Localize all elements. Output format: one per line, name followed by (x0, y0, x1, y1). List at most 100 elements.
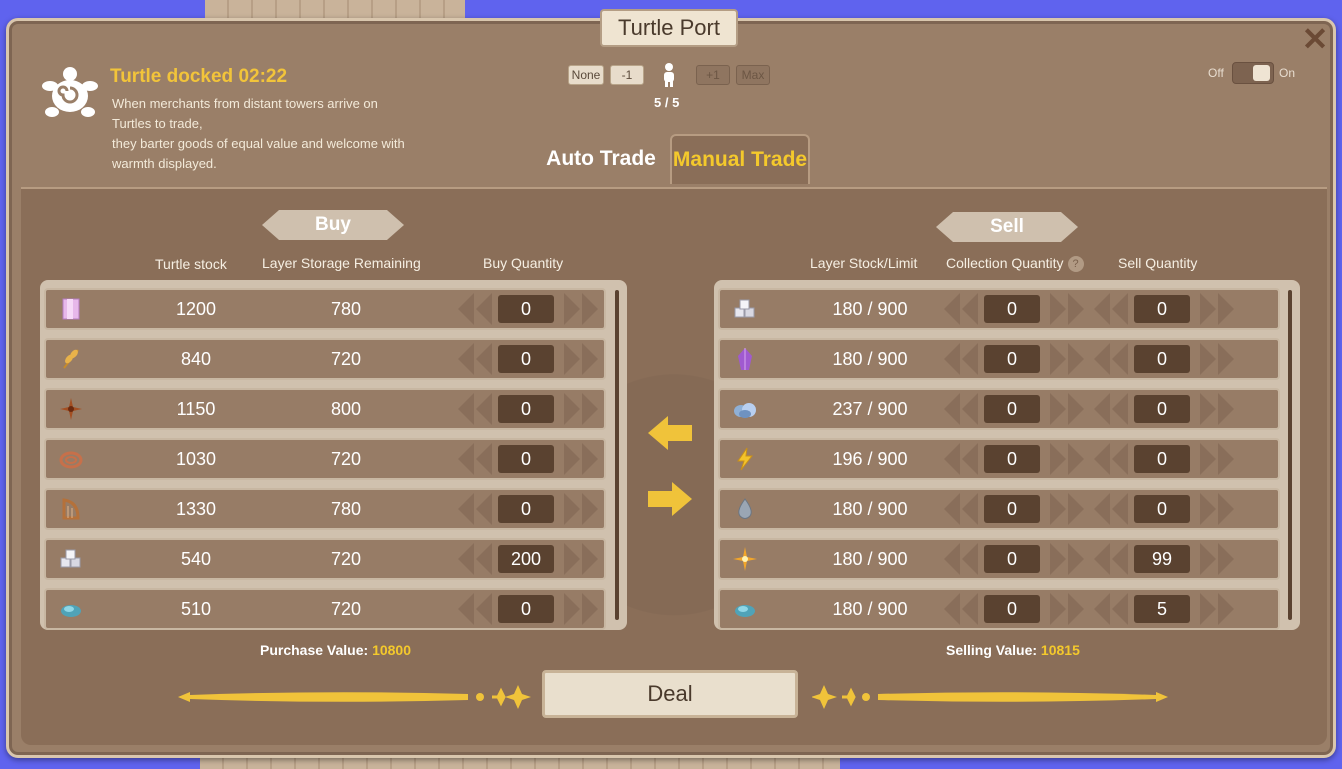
increase-icon[interactable] (564, 393, 580, 425)
sell-quantity-stepper[interactable]: 0 (1094, 292, 1240, 326)
decrease-fast-icon[interactable] (944, 393, 960, 425)
decrease-fast-icon[interactable] (458, 493, 474, 525)
collection-quantity-value[interactable]: 0 (984, 595, 1040, 623)
increase-icon[interactable] (1050, 293, 1066, 325)
collection-quantity-value[interactable]: 0 (984, 445, 1040, 473)
increase-icon[interactable] (1200, 443, 1216, 475)
decrease-icon[interactable] (1112, 593, 1128, 625)
increase-fast-icon[interactable] (1068, 493, 1084, 525)
sell-scrollbar[interactable] (1288, 290, 1292, 620)
decrease-icon[interactable] (962, 393, 978, 425)
increase-fast-icon[interactable] (1218, 443, 1234, 475)
tab-auto-trade[interactable]: Auto Trade (540, 134, 662, 184)
increase-icon[interactable] (564, 443, 580, 475)
decrease-fast-icon[interactable] (1094, 393, 1110, 425)
decrease-fast-icon[interactable] (944, 443, 960, 475)
decrease-fast-icon[interactable] (458, 443, 474, 475)
increase-fast-icon[interactable] (582, 293, 598, 325)
collection-quantity-stepper[interactable]: 0 (944, 492, 1090, 526)
close-icon[interactable]: ✕ (1300, 23, 1330, 55)
collection-quantity-stepper[interactable]: 0 (944, 442, 1090, 476)
decrease-icon[interactable] (476, 443, 492, 475)
decrease-fast-icon[interactable] (1094, 493, 1110, 525)
decrease-icon[interactable] (476, 593, 492, 625)
increase-icon[interactable] (564, 293, 580, 325)
increase-fast-icon[interactable] (582, 493, 598, 525)
crew-none-button[interactable]: None (568, 65, 604, 85)
increase-icon[interactable] (1050, 343, 1066, 375)
decrease-fast-icon[interactable] (1094, 593, 1110, 625)
collection-quantity-stepper[interactable]: 0 (944, 392, 1090, 426)
increase-icon[interactable] (1200, 543, 1216, 575)
sell-quantity-value[interactable]: 5 (1134, 595, 1190, 623)
collection-quantity-stepper[interactable]: 0 (944, 542, 1090, 576)
sell-quantity-value[interactable]: 0 (1134, 295, 1190, 323)
increase-fast-icon[interactable] (1068, 393, 1084, 425)
increase-icon[interactable] (1050, 393, 1066, 425)
decrease-icon[interactable] (476, 293, 492, 325)
buy-quantity-stepper[interactable]: 0 (458, 292, 604, 326)
sell-quantity-stepper[interactable]: 0 (1094, 442, 1240, 476)
decrease-fast-icon[interactable] (944, 543, 960, 575)
increase-icon[interactable] (564, 493, 580, 525)
collection-quantity-value[interactable]: 0 (984, 495, 1040, 523)
decrease-icon[interactable] (962, 293, 978, 325)
buy-quantity-value[interactable]: 0 (498, 295, 554, 323)
increase-icon[interactable] (564, 593, 580, 625)
decrease-fast-icon[interactable] (458, 593, 474, 625)
decrease-fast-icon[interactable] (944, 343, 960, 375)
buy-quantity-stepper[interactable]: 0 (458, 392, 604, 426)
increase-fast-icon[interactable] (1068, 343, 1084, 375)
increase-fast-icon[interactable] (582, 443, 598, 475)
decrease-icon[interactable] (962, 543, 978, 575)
decrease-icon[interactable] (962, 443, 978, 475)
increase-icon[interactable] (1050, 593, 1066, 625)
increase-icon[interactable] (1050, 443, 1066, 475)
increase-fast-icon[interactable] (1068, 543, 1084, 575)
decrease-fast-icon[interactable] (1094, 543, 1110, 575)
buy-quantity-value[interactable]: 200 (498, 545, 554, 573)
increase-fast-icon[interactable] (1068, 293, 1084, 325)
decrease-fast-icon[interactable] (1094, 293, 1110, 325)
decrease-icon[interactable] (1112, 343, 1128, 375)
increase-fast-icon[interactable] (582, 393, 598, 425)
increase-icon[interactable] (1050, 493, 1066, 525)
decrease-icon[interactable] (1112, 493, 1128, 525)
increase-fast-icon[interactable] (1218, 393, 1234, 425)
decrease-fast-icon[interactable] (458, 293, 474, 325)
decrease-fast-icon[interactable] (1094, 443, 1110, 475)
decrease-icon[interactable] (1112, 393, 1128, 425)
buy-quantity-stepper[interactable]: 0 (458, 492, 604, 526)
increase-icon[interactable] (1200, 593, 1216, 625)
tab-manual-trade[interactable]: Manual Trade (670, 134, 810, 184)
increase-fast-icon[interactable] (582, 593, 598, 625)
help-icon[interactable]: ? (1067, 256, 1084, 273)
increase-fast-icon[interactable] (1218, 543, 1234, 575)
sell-quantity-value[interactable]: 0 (1134, 445, 1190, 473)
sell-quantity-value[interactable]: 99 (1134, 545, 1190, 573)
increase-fast-icon[interactable] (1218, 293, 1234, 325)
decrease-fast-icon[interactable] (944, 293, 960, 325)
crew-minus-button[interactable]: -1 (610, 65, 644, 85)
decrease-fast-icon[interactable] (458, 393, 474, 425)
buy-quantity-stepper[interactable]: 0 (458, 442, 604, 476)
decrease-fast-icon[interactable] (944, 493, 960, 525)
sell-quantity-value[interactable]: 0 (1134, 345, 1190, 373)
decrease-icon[interactable] (962, 343, 978, 375)
decrease-icon[interactable] (476, 343, 492, 375)
buy-quantity-stepper[interactable]: 0 (458, 342, 604, 376)
decrease-icon[interactable] (962, 593, 978, 625)
increase-icon[interactable] (1200, 343, 1216, 375)
auto-toggle[interactable] (1232, 62, 1274, 84)
crew-max-button[interactable]: Max (736, 65, 770, 85)
decrease-icon[interactable] (962, 493, 978, 525)
buy-quantity-stepper[interactable]: 200 (458, 542, 604, 576)
sell-quantity-value[interactable]: 0 (1134, 495, 1190, 523)
deal-button[interactable]: Deal (542, 670, 798, 718)
increase-fast-icon[interactable] (582, 343, 598, 375)
decrease-icon[interactable] (476, 393, 492, 425)
buy-quantity-value[interactable]: 0 (498, 495, 554, 523)
decrease-icon[interactable] (476, 543, 492, 575)
decrease-fast-icon[interactable] (458, 543, 474, 575)
decrease-fast-icon[interactable] (1094, 343, 1110, 375)
